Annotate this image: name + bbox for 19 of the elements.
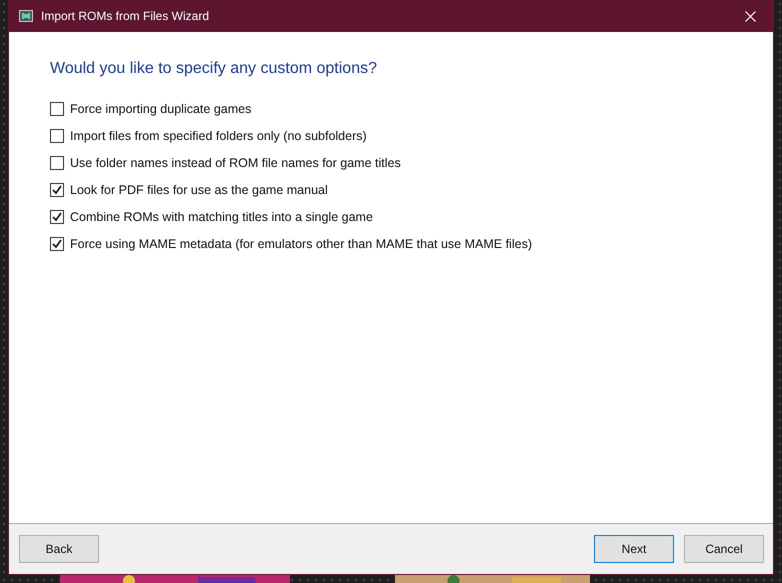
app-icon xyxy=(19,10,33,22)
window-title: Import ROMs from Files Wizard xyxy=(41,9,210,23)
close-icon[interactable] xyxy=(744,10,756,22)
page-heading: Would you like to specify any custom options? xyxy=(50,60,378,78)
option-label[interactable]: Look for PDF files for use as the game manual xyxy=(70,182,328,196)
checkbox[interactable] xyxy=(50,182,64,196)
cancel-button[interactable]: Cancel xyxy=(684,535,764,563)
back-button[interactable]: Back xyxy=(19,535,99,563)
checkbox[interactable] xyxy=(50,210,64,224)
checkbox[interactable] xyxy=(50,128,64,142)
option-label[interactable]: Force using MAME metadata (for emulators other than MAME that use MAME files) xyxy=(70,236,532,250)
option-label[interactable]: Import files from specified folders only (no subfolders) xyxy=(70,128,367,142)
option-label[interactable]: Use folder names instead of ROM file names for game titles xyxy=(70,156,401,170)
option-label[interactable]: Force importing duplicate games xyxy=(70,102,252,116)
next-button[interactable]: Next xyxy=(594,535,674,563)
option-label[interactable]: Combine ROMs with matching titles into a single game xyxy=(70,210,373,224)
checkbox[interactable] xyxy=(50,102,64,116)
checkbox[interactable] xyxy=(50,156,64,170)
checkbox[interactable] xyxy=(50,236,64,250)
